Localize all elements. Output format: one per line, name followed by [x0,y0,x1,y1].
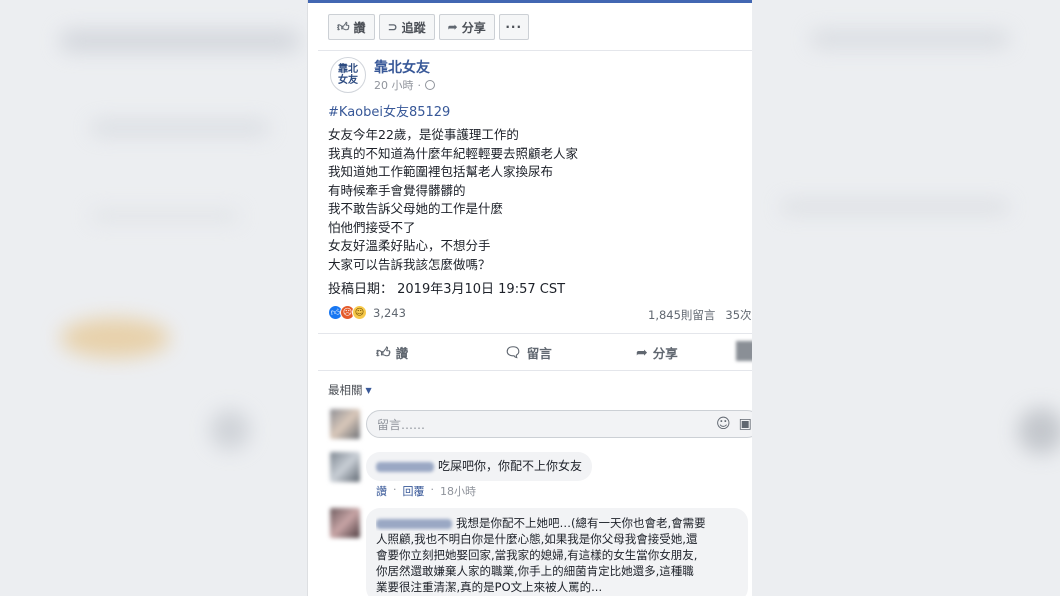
globe-icon [425,80,435,90]
page-share-button[interactable]: ➦ 分享 [438,14,495,40]
meta-dot: · [417,78,422,92]
camera-icon[interactable]: ▣ [739,416,752,432]
link-dot: · [393,483,397,496]
post-line: 大家可以告訴我該怎麼做嗎？ [328,256,491,272]
post-line: 怕他們接受不了 [328,219,416,235]
speech-bubble-icon: 🗨︎ [504,344,522,361]
page-name-link[interactable]: 靠北女友 [374,57,430,77]
comment-actions: 讚 · 回覆 · 18小時 [376,483,476,499]
hashtag-link[interactable]: #Kaobei女友85129 [328,101,450,120]
page-share-label: 分享 [461,20,486,35]
background-blur [60,30,300,52]
divider [318,370,752,371]
post-body: 女友今年22歲，是從事護理工作的 我真的不知道為什麼年紀輕輕要去照顧老人家 我知… [328,126,578,274]
share-label: 分享 [652,346,678,361]
comment-sort-dropdown[interactable]: 最相關 ▼ [328,382,372,398]
thumbs-up-icon: 👍︎ [376,345,391,361]
reaction-count: 3,243 [373,305,406,320]
avatar-text: 女友 [338,75,358,86]
like-button[interactable]: 👍︎ 讚 [376,343,408,362]
facebook-post-panel: 👍︎ 讚 ⊃ 追蹤 ➦ 分享 ··· 靠北 女友 靠北女友 20 小時 · #K… [307,0,752,596]
comment-text-line: 人照顧,我也不明白你是什麼心態,如果我是你父母我會接受她,還 [376,532,698,546]
actor-avatar-thumb[interactable] [736,341,752,361]
top-bar [308,0,752,3]
reaction-summary[interactable]: 👍︎ ☹ ☺ 3,243 [328,305,406,320]
comment-text-line: 業要很注重清潔,真的是PO文上來被人罵的... [376,580,603,594]
post-line: 有時候牽手會覺得髒髒的 [328,182,466,198]
comment-label: 留言 [526,346,552,361]
background-blur [60,318,170,358]
comment-text: 吃屎吧你，你配不上你女友 [438,459,583,473]
post-line: 女友好溫柔好貼心，不想分手 [328,238,491,253]
background-blur [780,200,1010,214]
commenter-avatar[interactable] [330,452,360,482]
commenter-avatar[interactable] [330,508,360,538]
sort-label: 最相關 [328,383,363,397]
caret-down-icon: ▼ [365,385,372,395]
divider [318,333,752,334]
commenter-name-blurred[interactable] [376,518,452,529]
post-line: 女友今年22歲，是從事護理工作的 [328,127,519,142]
rss-icon: ⊃ [387,20,398,34]
thumbs-up-icon: 👍︎ [337,19,350,34]
more-options-label: ··· [505,20,523,34]
comment-input[interactable]: 留言…… [366,410,752,438]
smiley-icon[interactable]: ☺ [716,416,731,432]
comment-input-placeholder: 留言…… [377,417,426,432]
page-action-bar: 👍︎ 讚 ⊃ 追蹤 ➦ 分享 ··· [328,14,529,40]
post-line: 我真的不知道為什麼年紀輕輕要去照顧老人家 [328,145,579,161]
link-dot: · [430,483,435,496]
current-user-avatar[interactable] [330,409,360,439]
follow-button[interactable]: ⊃ 追蹤 [378,14,435,40]
comment-text-line: 我想是你配不上她吧…(總有一天你也會老,會需要 [376,515,738,531]
post-time[interactable]: 20 小時 [374,77,414,93]
comment-text: 我想是你配不上她吧…(總有一天你也會老,會需要 [456,516,706,530]
more-options-button[interactable]: ··· [498,14,529,40]
background-blur [1018,408,1060,454]
page-like-button[interactable]: 👍︎ 讚 [328,14,375,40]
comment-text-line: 會要你立刻把她娶回家,當我家的媳婦,有這樣的女生當你女朋友, [376,548,698,562]
comment-bubble: 吃屎吧你，你配不上你女友 [366,452,593,481]
comment-like-link[interactable]: 讚 [376,483,387,499]
like-label: 讚 [395,346,409,361]
haha-reaction-icon: ☺ [352,305,367,320]
comment-bubble: 我想是你配不上她吧…(總有一天你也會老,會需要 人照顧,我也不明白你是什麼心態,… [366,508,748,596]
share-button[interactable]: ➦ 分享 [636,343,678,362]
post-meta: 20 小時 · [374,77,435,93]
post-stats: 1,845則留言 35次分享 [648,307,752,323]
share-count-link[interactable]: 35次分享 [725,307,752,323]
commenter-name-blurred[interactable] [376,461,434,472]
page-avatar[interactable]: 靠北 女友 [330,57,366,93]
post-line: 我不敢告訴父母她的工作是什麼 [328,201,504,216]
background-blur [810,30,1010,48]
comment-time[interactable]: 18小時 [440,483,476,499]
background-blur [90,120,270,136]
share-arrow-icon: ➦ [447,20,458,34]
post-date: 投稿日期： 2019年3月10日 19:57 CST [328,282,566,297]
comment-text-line: 你居然還敢嫌棄人家的職業,你手上的細菌肯定比她還多,這種職 [376,564,694,578]
page-like-label: 讚 [353,20,366,35]
comment-count-link[interactable]: 1,845則留言 [648,307,715,323]
follow-label: 追蹤 [401,20,426,35]
share-arrow-icon: ➦ [636,344,648,361]
comment-input-tools: ☺ ▣ [716,416,752,432]
background-blur [90,210,240,222]
avatar-text: 靠北 [338,64,358,75]
divider [318,50,752,51]
background-blur [210,410,250,450]
comment-reply-link[interactable]: 回覆 [403,483,425,499]
post-line: 我知道她工作範圍裡包括幫老人家換尿布 [328,164,554,179]
comment-button[interactable]: 🗨︎ 留言 [504,343,552,362]
